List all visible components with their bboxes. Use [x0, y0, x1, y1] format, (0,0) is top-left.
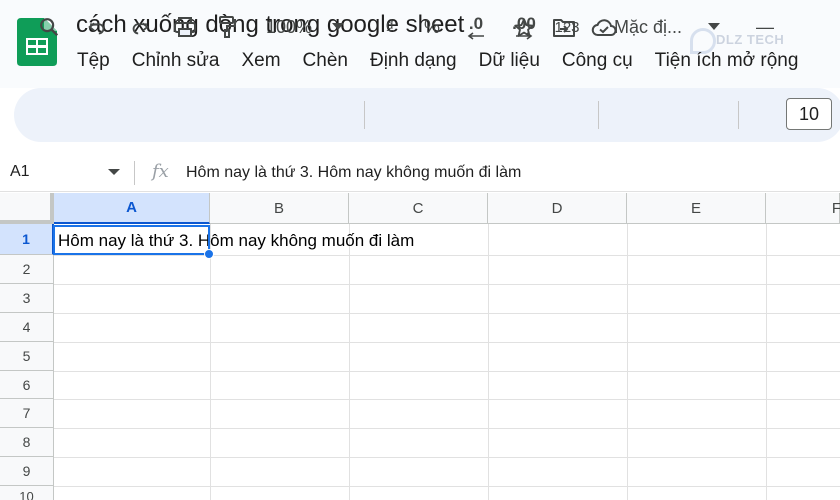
menu-file[interactable]: Tệp	[66, 48, 121, 74]
menu-tools[interactable]: Công cụ	[551, 48, 644, 74]
gridline	[54, 428, 840, 429]
print-icon[interactable]	[170, 11, 200, 43]
gridline	[54, 284, 840, 285]
column-header-e[interactable]: E	[627, 193, 766, 224]
row-header-4[interactable]: 4	[0, 313, 54, 342]
name-box-dropdown-icon[interactable]	[108, 169, 120, 175]
toolbar-separator	[738, 101, 739, 129]
arrow-right-icon	[516, 31, 533, 40]
arrow-left-icon	[467, 31, 484, 40]
row-header-1[interactable]: 1	[0, 224, 54, 255]
column-header-f-label: F	[831, 199, 840, 217]
gridline	[54, 342, 840, 343]
row-header-6[interactable]: 6	[0, 371, 54, 399]
select-all-corner[interactable]	[0, 193, 54, 224]
gridline	[488, 224, 489, 500]
toolbar-separator	[598, 101, 599, 129]
spreadsheet-grid: A B C D E F 1 2 3 4 5 6 7 8 9 10 Hôm nay…	[0, 193, 840, 500]
column-header-f[interactable]: F	[766, 193, 840, 224]
column-header-c[interactable]: C	[349, 193, 488, 224]
formula-input[interactable]: Hôm nay là thứ 3. Hôm nay không muốn đi …	[186, 164, 521, 182]
gridline	[54, 255, 840, 256]
increase-decimal-label: .00	[512, 13, 536, 33]
row-header-9[interactable]: 9	[0, 457, 54, 486]
row-header-3[interactable]: 3	[0, 284, 54, 313]
paint-format-icon[interactable]	[212, 11, 242, 43]
row-header-7[interactable]: 7	[0, 399, 54, 428]
gridline	[54, 457, 840, 458]
decrease-decimal-button[interactable]: .0	[458, 11, 494, 43]
menu-extensions[interactable]: Tiện ích mở rộng	[644, 48, 810, 74]
active-cell-selection[interactable]	[53, 225, 210, 255]
gridline	[54, 399, 840, 400]
menu-data[interactable]: Dữ liệu	[468, 48, 551, 74]
formula-bar: A1 fx Hôm nay là thứ 3. Hôm nay không mu…	[0, 152, 840, 192]
menu-view[interactable]: Xem	[230, 48, 291, 74]
zoom-select[interactable]: 100%	[258, 11, 320, 43]
formula-bar-divider	[134, 161, 135, 185]
menu-bar: Tệp Chỉnh sửa Xem Chèn Định dạng Dữ liệu…	[66, 48, 809, 74]
undo-icon[interactable]	[82, 11, 112, 43]
function-icon: fx	[152, 161, 169, 182]
gridline	[349, 224, 350, 500]
toolbar-separator	[364, 101, 365, 129]
zoom-dropdown-icon[interactable]	[328, 11, 348, 43]
toolbar	[14, 88, 840, 142]
menu-insert[interactable]: Chèn	[292, 48, 359, 74]
column-header-d[interactable]: D	[488, 193, 627, 224]
gridline	[766, 224, 767, 500]
gridline	[210, 224, 211, 500]
currency-format-button[interactable]: ₫	[376, 11, 404, 43]
increase-decimal-button[interactable]: .00	[504, 11, 544, 43]
column-header-b[interactable]: B	[210, 193, 349, 224]
menu-edit[interactable]: Chỉnh sửa	[121, 48, 231, 74]
number-format-button[interactable]: 123	[550, 11, 584, 43]
redo-icon[interactable]	[125, 11, 155, 43]
name-box[interactable]: A1	[10, 163, 30, 181]
row-header-10[interactable]: 10	[0, 486, 54, 500]
font-size-input[interactable]: 10	[786, 98, 832, 130]
percent-format-button[interactable]: %	[418, 11, 446, 43]
gridline	[627, 224, 628, 500]
gridline	[54, 371, 840, 372]
gridline	[54, 313, 840, 314]
menu-format[interactable]: Định dạng	[359, 48, 468, 74]
gridline	[54, 486, 840, 487]
row-header-2[interactable]: 2	[0, 255, 54, 284]
decrease-decimal-label: .0	[468, 13, 484, 33]
decrease-font-size-button[interactable]: —	[752, 11, 778, 43]
fill-handle[interactable]	[204, 249, 214, 259]
row-header-8[interactable]: 8	[0, 428, 54, 457]
column-header-a[interactable]: A	[54, 193, 210, 224]
search-icon[interactable]	[34, 11, 64, 43]
font-family-dropdown-icon[interactable]	[704, 11, 724, 43]
font-family-select[interactable]: Mặc đị...	[614, 11, 696, 43]
row-header-5[interactable]: 5	[0, 342, 54, 371]
